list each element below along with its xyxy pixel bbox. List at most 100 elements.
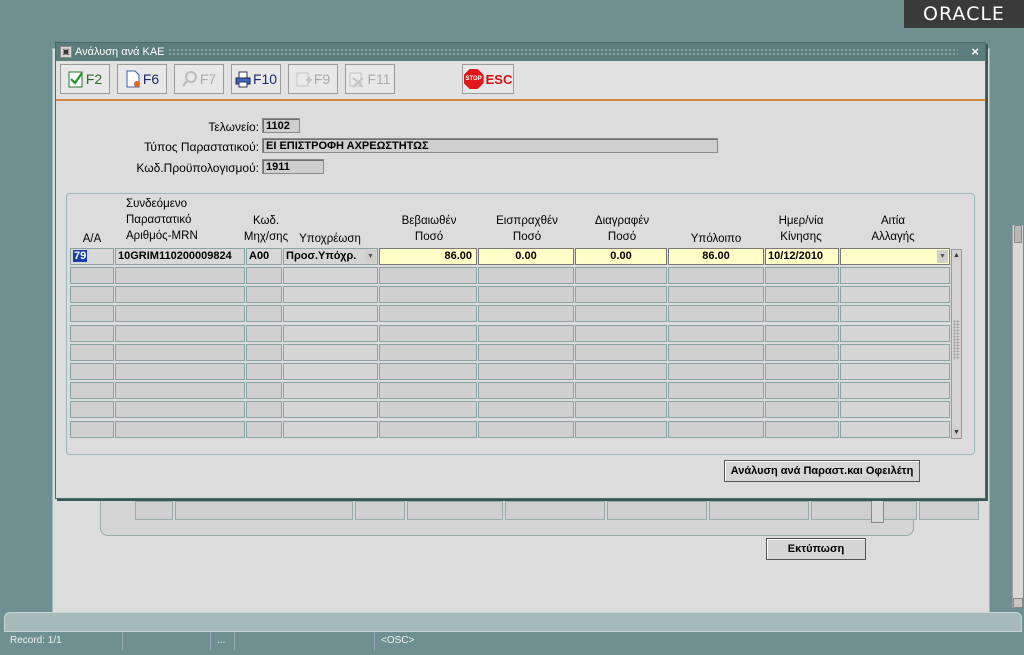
empty-grid-cell[interactable] [379,325,477,342]
empty-grid-cell[interactable] [379,267,477,284]
empty-grid-cell[interactable] [575,305,667,322]
empty-grid-cell[interactable] [70,325,114,342]
empty-grid-cell[interactable] [246,286,282,303]
empty-grid-cell[interactable] [840,401,950,418]
empty-grid-cell[interactable] [70,421,114,438]
cell-written-off[interactable]: 0.00 [575,248,667,265]
empty-grid-cell[interactable] [765,286,839,303]
empty-grid-cell[interactable] [840,305,950,322]
print-toolbar-button[interactable]: F10 [231,64,281,94]
empty-grid-cell[interactable] [765,344,839,361]
empty-grid-cell[interactable] [379,421,477,438]
empty-grid-cell[interactable] [70,401,114,418]
empty-grid-cell[interactable] [668,305,764,322]
empty-grid-cell[interactable] [478,325,574,342]
empty-grid-cell[interactable] [115,325,245,342]
delete-record-button[interactable]: F11 [345,64,395,94]
empty-grid-cell[interactable] [246,325,282,342]
empty-grid-cell[interactable] [70,267,114,284]
empty-grid-cell[interactable] [840,344,950,361]
scroll-up-icon[interactable]: ▲ [952,250,961,261]
empty-grid-cell[interactable] [115,267,245,284]
empty-grid-cell[interactable] [575,363,667,380]
empty-grid-cell[interactable] [765,421,839,438]
empty-grid-cell[interactable] [668,401,764,418]
empty-grid-cell[interactable] [840,363,950,380]
document-type-field[interactable]: ΕΙ ΕΠΙΣΤΡΟΦΗ ΑΧΡΕΩΣΤΗΤΩΣ [262,138,718,153]
scroll-down-icon[interactable]: ▼ [952,427,961,438]
empty-grid-cell[interactable] [115,421,245,438]
empty-grid-cell[interactable] [478,421,574,438]
customs-office-field[interactable]: 1102 [262,118,300,133]
empty-grid-cell[interactable] [765,267,839,284]
empty-grid-cell[interactable] [283,363,378,380]
empty-grid-cell[interactable] [478,401,574,418]
empty-grid-cell[interactable] [70,363,114,380]
empty-grid-cell[interactable] [478,305,574,322]
empty-grid-cell[interactable] [283,286,378,303]
cell-aa[interactable]: 79 [70,248,114,265]
empty-grid-cell[interactable] [246,344,282,361]
save-button[interactable]: F2 [60,64,110,94]
empty-grid-cell[interactable] [765,382,839,399]
empty-grid-cell[interactable] [765,401,839,418]
empty-grid-cell[interactable] [575,401,667,418]
empty-grid-cell[interactable] [478,267,574,284]
empty-grid-cell[interactable] [70,286,114,303]
page-scrollbar[interactable] [1012,225,1023,608]
empty-grid-cell[interactable] [840,325,950,342]
empty-grid-cell[interactable] [379,382,477,399]
empty-grid-cell[interactable] [575,286,667,303]
empty-grid-cell[interactable] [115,344,245,361]
empty-grid-cell[interactable] [668,344,764,361]
empty-grid-cell[interactable] [379,305,477,322]
empty-grid-cell[interactable] [283,401,378,418]
page-scrollbar-thumb[interactable] [1014,225,1022,243]
empty-grid-cell[interactable] [840,267,950,284]
empty-grid-cell[interactable] [70,382,114,399]
empty-grid-cell[interactable] [668,382,764,399]
analysis-by-document-button[interactable]: Ανάλυση ανά Παραστ.και Οφειλέτη [724,460,920,482]
empty-grid-cell[interactable] [379,401,477,418]
empty-grid-cell[interactable] [478,344,574,361]
exit-button[interactable]: STOP ESC [462,64,514,94]
empty-grid-cell[interactable] [668,421,764,438]
empty-grid-cell[interactable] [115,401,245,418]
grid-scrollbar[interactable]: ▲ ▼ [951,249,962,439]
chevron-down-icon[interactable]: ▼ [365,250,376,263]
close-icon[interactable]: × [971,43,979,61]
background-grid-scrollbar[interactable] [871,499,884,523]
cell-collected[interactable]: 0.00 [478,248,574,265]
scrollbar-grip[interactable] [953,320,960,360]
empty-grid-cell[interactable] [283,305,378,322]
empty-grid-cell[interactable] [283,267,378,284]
empty-grid-cell[interactable] [70,344,114,361]
empty-grid-cell[interactable] [115,286,245,303]
search-button[interactable]: F7 [174,64,224,94]
empty-grid-cell[interactable] [379,344,477,361]
cell-balance[interactable]: 86.00 [668,248,764,265]
page-scrollbar-down-button[interactable] [1013,598,1023,608]
empty-grid-cell[interactable] [283,421,378,438]
empty-grid-cell[interactable] [575,421,667,438]
empty-grid-cell[interactable] [840,421,950,438]
empty-grid-cell[interactable] [668,363,764,380]
cell-mrn[interactable]: 10GRIM110200009824 [115,248,245,265]
empty-grid-cell[interactable] [575,382,667,399]
cell-date[interactable]: 10/12/2010 [765,248,839,265]
empty-grid-cell[interactable] [668,286,764,303]
empty-grid-cell[interactable] [115,305,245,322]
empty-grid-cell[interactable] [246,267,282,284]
empty-grid-cell[interactable] [283,382,378,399]
empty-grid-cell[interactable] [115,382,245,399]
empty-grid-cell[interactable] [765,325,839,342]
empty-grid-cell[interactable] [840,286,950,303]
chevron-down-icon[interactable]: ▼ [937,250,948,263]
empty-grid-cell[interactable] [478,363,574,380]
empty-grid-cell[interactable] [575,325,667,342]
empty-grid-cell[interactable] [478,382,574,399]
empty-grid-cell[interactable] [765,363,839,380]
new-document-button[interactable]: F6 [117,64,167,94]
empty-grid-cell[interactable] [283,325,378,342]
empty-grid-cell[interactable] [379,286,477,303]
